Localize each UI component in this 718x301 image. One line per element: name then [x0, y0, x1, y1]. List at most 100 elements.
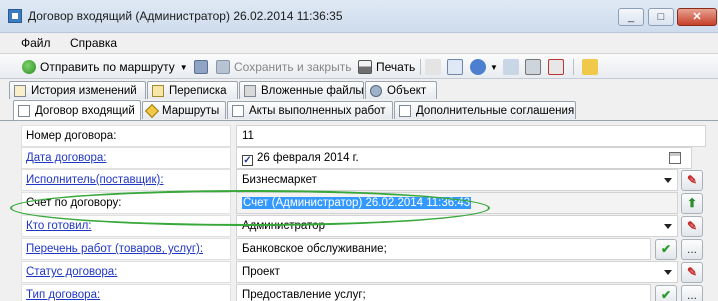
document-icon	[18, 104, 30, 117]
contract-type-label[interactable]: Тип договора:	[21, 284, 231, 301]
contract-date-row: Дата договора: ✓ 26 февраля 2014 г.	[0, 147, 718, 170]
dropdown-arrow-icon[interactable]: ▼	[490, 63, 498, 72]
sign-icon	[582, 59, 598, 75]
status-label[interactable]: Статус договора:	[21, 261, 231, 283]
close-button[interactable]: ✕	[677, 8, 717, 26]
tab-incoming-contract[interactable]: Договор входящий	[13, 100, 141, 120]
sign-button[interactable]	[582, 58, 602, 76]
blue-circle-button[interactable]: ▼	[470, 58, 498, 76]
tab-correspondence[interactable]: Переписка	[147, 81, 238, 99]
toolbar: Отправить по маршруту ▼ Сохранить и закр…	[0, 53, 718, 79]
send-route-label: Отправить по маршруту	[40, 60, 175, 74]
document-icon	[399, 104, 411, 117]
status-select[interactable]: Проект	[236, 261, 678, 283]
tab-correspondence-label: Переписка	[169, 84, 227, 97]
browse-works-button[interactable]: ...	[681, 239, 703, 260]
attach-button[interactable]	[503, 58, 523, 76]
tab-history[interactable]: История изменений	[9, 81, 146, 99]
tab-additional-agreements-label: Дополнительные соглашения	[416, 104, 575, 117]
edit-tool-button[interactable]	[425, 58, 445, 76]
edit-status-button[interactable]: ✎	[681, 262, 703, 283]
tab-acts-label: Акты выполненных работ	[249, 104, 386, 117]
pen-icon	[425, 59, 441, 75]
contract-number-row: Номер договора: 11	[0, 125, 718, 148]
edit-contractor-button[interactable]: ✎	[681, 170, 703, 191]
status-row: Статус договора: Проект ✎	[0, 261, 718, 284]
contract-date-picker[interactable]: ✓ 26 февраля 2014 г.	[236, 147, 692, 169]
confirm-contract-type-button[interactable]: ✔	[655, 285, 677, 301]
date-month-year: февраля 2014 г.	[273, 152, 359, 164]
contract-type-field[interactable]: Предоставление услуг;	[236, 284, 651, 301]
invoice-label: Счет по договору:	[21, 192, 231, 214]
print-icon	[358, 60, 372, 74]
contract-number-label: Номер договора:	[21, 125, 231, 147]
pdf-button[interactable]	[548, 58, 568, 76]
tab-attached-files-label: Вложенные файлы	[261, 84, 364, 97]
save-icon	[194, 60, 208, 74]
date-checkbox[interactable]: ✓	[242, 155, 253, 166]
document-icon	[232, 104, 244, 117]
history-icon	[14, 84, 26, 97]
edit-prepared-by-button[interactable]: ✎	[681, 216, 703, 237]
contract-date-label[interactable]: Дата договора:	[21, 147, 231, 169]
gear-icon	[370, 84, 382, 97]
invoice-value: Счет (Администратор) 26.02.2014 11:36:43	[242, 197, 472, 209]
menu-file[interactable]: Файл	[21, 36, 51, 50]
save-close-label: Сохранить и закрыть	[234, 60, 352, 74]
paperclip-icon	[244, 84, 256, 97]
chevron-down-icon[interactable]	[664, 178, 672, 183]
menu-help[interactable]: Справка	[70, 36, 117, 50]
contractor-select[interactable]: Бизнесмаркет	[236, 169, 678, 191]
document-check-button[interactable]	[447, 58, 467, 76]
maximize-button[interactable]: □	[648, 8, 674, 26]
dropdown-arrow-icon[interactable]: ▼	[180, 63, 188, 72]
toolbar-separator	[573, 59, 574, 75]
contractor-value: Бизнесмаркет	[242, 174, 317, 186]
contractor-label[interactable]: Исполнитель(поставщик):	[21, 169, 231, 191]
browse-contract-type-button[interactable]: ...	[681, 285, 703, 301]
works-list-row: Перечень работ (товаров, услуг): Банковс…	[0, 238, 718, 261]
report-button[interactable]	[525, 58, 545, 76]
app-icon	[8, 9, 22, 23]
calendar-icon[interactable]	[669, 152, 681, 164]
print-button[interactable]: Печать	[358, 58, 415, 76]
tab-object[interactable]: Объект	[365, 81, 437, 99]
chevron-down-icon[interactable]	[664, 224, 672, 229]
tab-additional-agreements[interactable]: Дополнительные соглашения	[394, 101, 576, 119]
prepared-by-label[interactable]: Кто готовил:	[21, 215, 231, 237]
tab-routes-label: Маршруты	[162, 104, 220, 117]
title-bar: Договор входящий (Администратор) 26.02.2…	[0, 0, 718, 33]
status-value: Проект	[242, 266, 280, 278]
prepared-by-value: Администратор	[242, 220, 325, 232]
works-list-label[interactable]: Перечень работ (товаров, услуг):	[21, 238, 231, 260]
invoice-row: Счет по договору: Счет (Администратор) 2…	[0, 192, 718, 215]
tab-routes[interactable]: Маршруты	[142, 101, 226, 119]
send-route-button[interactable]: Отправить по маршруту ▼	[22, 58, 188, 76]
tab-object-label: Объект	[387, 84, 427, 97]
print-label: Печать	[376, 60, 416, 74]
works-list-field[interactable]: Банковское обслуживание;	[236, 238, 651, 260]
tab-acts[interactable]: Акты выполненных работ	[227, 101, 393, 119]
confirm-works-button[interactable]: ✔	[655, 239, 677, 260]
pdf-icon	[548, 59, 564, 75]
contractor-row: Исполнитель(поставщик): Бизнесмаркет ✎	[0, 169, 718, 192]
minimize-button[interactable]: _	[618, 8, 644, 26]
save-close-icon	[216, 60, 230, 74]
invoice-field[interactable]: Счет (Администратор) 26.02.2014 11:36:43	[236, 192, 678, 214]
prepared-by-select[interactable]: Администратор	[236, 215, 678, 237]
save-button[interactable]	[194, 58, 212, 76]
contract-number-input[interactable]: 11	[236, 125, 706, 147]
open-invoice-button[interactable]: ⬆	[681, 193, 703, 214]
menu-bar: Файл Справка	[0, 33, 718, 53]
report-icon	[525, 59, 541, 75]
date-day: 26	[257, 152, 270, 164]
contract-type-row: Тип договора: Предоставление услуг; ✔ ..…	[0, 284, 718, 301]
toolbar-separator	[420, 59, 421, 75]
route-icon	[22, 60, 36, 74]
chevron-down-icon[interactable]	[664, 270, 672, 275]
save-close-button[interactable]: Сохранить и закрыть	[216, 58, 351, 76]
prepared-by-row: Кто готовил: Администратор ✎	[0, 215, 718, 238]
works-list-value: Банковское обслуживание;	[242, 243, 387, 255]
tab-attached-files[interactable]: Вложенные файлы	[239, 81, 364, 99]
circle-icon	[470, 59, 486, 75]
